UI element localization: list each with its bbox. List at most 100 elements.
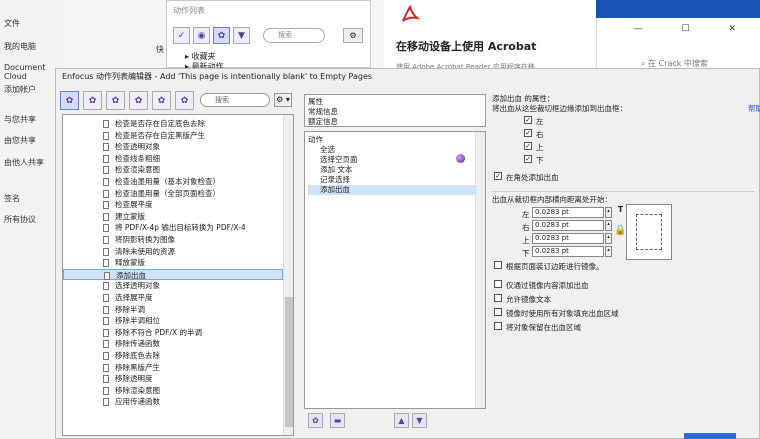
action-list-item-label: 清除未使用的资源 [115, 246, 175, 256]
remove-step-icon[interactable]: ▬ [330, 413, 345, 428]
action-list-item-label: 建立蒙版 [115, 211, 145, 221]
sidebar-item-all-agreements[interactable]: 所有协议 [4, 214, 36, 225]
sidebar-item-add-account[interactable]: 添加帐户 [4, 84, 36, 95]
action-gear-6-icon[interactable]: ✿ [175, 91, 194, 110]
action-list-item-label: 移除透明度 [115, 374, 153, 384]
add-step-icon[interactable]: ✿ [308, 413, 323, 428]
edge-bottom-checkbox[interactable]: ✓ [524, 155, 532, 163]
list-scrollbar[interactable] [283, 115, 293, 435]
favorites-label: 收藏夹 [191, 52, 216, 61]
bleed-bottom-stepper[interactable]: ▴ [605, 246, 612, 257]
tab-rating-info[interactable]: 额定信息 [308, 117, 482, 127]
sidebar-item-shared-by-others[interactable]: 由他人共享 [4, 157, 44, 168]
keep-objects-checkbox[interactable] [494, 322, 502, 330]
document-icon [103, 201, 109, 210]
mirror-only-checkbox[interactable] [494, 280, 502, 288]
tab-general-info[interactable]: 常规信息 [308, 107, 482, 117]
action-list-item[interactable]: 检查是否存在自定底色去除 [63, 118, 283, 130]
action-list-item[interactable]: 检查线条粗细 [63, 153, 283, 165]
action-list-item[interactable]: 检查展平度 [63, 199, 283, 211]
edge-right-checkbox[interactable]: ✓ [524, 129, 532, 137]
document-icon [103, 212, 109, 221]
action-list-item[interactable]: 检查油墨用量（全部页面检查） [63, 188, 283, 200]
action-list-item[interactable]: 建立蒙版 [63, 211, 283, 223]
scrollbar-thumb[interactable] [285, 297, 293, 427]
bleed-left-input[interactable]: 0.0283 pt [532, 207, 604, 218]
action-list-item[interactable]: 移除渲染意图 [63, 385, 283, 397]
action-list-item[interactable]: 移除半调 [63, 304, 283, 316]
bg-actions-gear-button[interactable]: ⚙ [343, 28, 363, 43]
mirror-text-checkbox[interactable] [494, 294, 502, 302]
action-list-item[interactable]: 检查渲染意图 [63, 164, 283, 176]
action-list-item[interactable]: 添加出血 [63, 268, 283, 281]
action-list-item[interactable]: 将阴影转换为图像 [63, 234, 283, 246]
steps-scrollbar[interactable] [475, 132, 485, 408]
ok-button[interactable] [684, 433, 736, 439]
document-icon [103, 340, 109, 349]
action-list-item[interactable]: 移除半调相位 [63, 315, 283, 327]
bleed-right-stepper[interactable]: ▴ [605, 220, 612, 231]
action-list-item[interactable]: 移除底色去除 [63, 350, 283, 362]
action-list-item[interactable]: 移除透明度 [63, 373, 283, 385]
editor-gear-button[interactable]: ⚙ ▾ [274, 93, 292, 107]
action-list-item-label: 检查渲染意图 [115, 165, 160, 175]
window-controls[interactable]: — ☐ ✕ [634, 24, 754, 34]
help-link[interactable]: 帮助 [748, 103, 760, 114]
bleed-bottom-input[interactable]: 0.0283 pt [532, 246, 604, 257]
action-step[interactable]: 记录选择 [308, 175, 482, 185]
check-icon[interactable]: ✓ [173, 27, 190, 44]
action-gear-2-icon[interactable]: ✿ [83, 91, 102, 110]
sidebar-item-files[interactable]: 文件 [4, 18, 20, 29]
tab-properties[interactable]: 属性 [308, 97, 482, 107]
edge-top-checkbox[interactable]: ✓ [524, 142, 532, 150]
document-icon [103, 294, 109, 302]
action-list-item[interactable]: 将 PDF/X-4p 输出目标转换为 PDF/X-4 [63, 222, 283, 234]
mirror-binding-checkbox[interactable] [494, 261, 502, 269]
action-list-item[interactable]: 移除黑版产生 [63, 362, 283, 374]
action-step[interactable]: 添加出血 [308, 185, 482, 195]
edge-right-label: 右 [536, 130, 544, 139]
action-list-item[interactable]: 选择展平度 [63, 292, 283, 304]
globe-icon[interactable]: ◉ [193, 27, 210, 44]
sidebar-item-document-cloud[interactable]: Document Cloud [4, 63, 62, 81]
bleed-left-stepper[interactable]: ▴ [605, 207, 612, 218]
action-gear-5-icon[interactable]: ✿ [152, 91, 171, 110]
corner-bleed-checkbox[interactable]: ✓ [494, 172, 502, 180]
action-list-item-label: 检查是否存在自定底色去除 [115, 119, 205, 128]
gear-action-icon[interactable]: ✿ [213, 27, 230, 44]
action-gear-3-icon[interactable]: ✿ [106, 91, 125, 110]
action-list-item[interactable]: 移除传递函数 [63, 338, 283, 350]
action-list-item[interactable]: 检查透明对象 [63, 141, 283, 153]
action-step[interactable]: 全选 [308, 145, 482, 155]
action-step[interactable]: 添加 文本 [308, 165, 482, 175]
document-icon [103, 120, 109, 128]
lock-icon[interactable]: 🔒 [614, 225, 626, 236]
action-step[interactable]: 动作 [308, 135, 482, 145]
edge-left-checkbox[interactable]: ✓ [524, 116, 532, 124]
action-gear-icon[interactable]: ✿ [60, 91, 79, 110]
action-list-item[interactable]: 选择透明对象 [63, 280, 283, 292]
bleed-top-input[interactable]: 0.0283 pt [532, 233, 604, 244]
fill-bleed-checkbox[interactable] [494, 308, 502, 316]
action-list-item-label: 检查油墨用量（全部页面检查） [115, 188, 220, 198]
sidebar-item-shared-by-you[interactable]: 由您共享 [4, 135, 36, 146]
editor-search-input[interactable]: 搜索 [200, 93, 270, 107]
action-list-item[interactable]: 释放蒙版 [63, 257, 283, 269]
action-list-item[interactable]: 移除不符合 PDF/X 的半调 [63, 327, 283, 339]
sidebar-item-my-computer[interactable]: 我的电脑 [4, 41, 36, 52]
action-list-item[interactable]: 检查是否存在自定黑版产生 [63, 130, 283, 142]
bg-actions-search[interactable]: 搜索 [263, 28, 325, 43]
bleed-top-stepper[interactable]: ▴ [605, 233, 612, 244]
action-gear-4-icon[interactable]: ✿ [129, 91, 148, 110]
sidebar-item-sign[interactable]: 签名 [4, 193, 20, 204]
sidebar-item-shared-with-you[interactable]: 与您共享 [4, 114, 36, 125]
action-list-item[interactable]: 清除未使用的资源 [63, 246, 283, 258]
bleed-right-input[interactable]: 0.0283 pt [532, 220, 604, 231]
move-up-icon[interactable]: ▲ [394, 413, 409, 428]
action-list-item-label: 将阴影转换为图像 [115, 235, 175, 244]
move-down-icon[interactable]: ▼ [412, 413, 427, 428]
filter-icon[interactable]: ▼ [233, 27, 250, 44]
action-list-item[interactable]: 应用传递函数 [63, 396, 283, 408]
action-steps-panel: 动作 全选 选择空页面 添加 文本 记录选择 添加出血 [304, 131, 486, 409]
action-list-item[interactable]: 检查油墨用量（基本对象检查） [63, 176, 283, 188]
